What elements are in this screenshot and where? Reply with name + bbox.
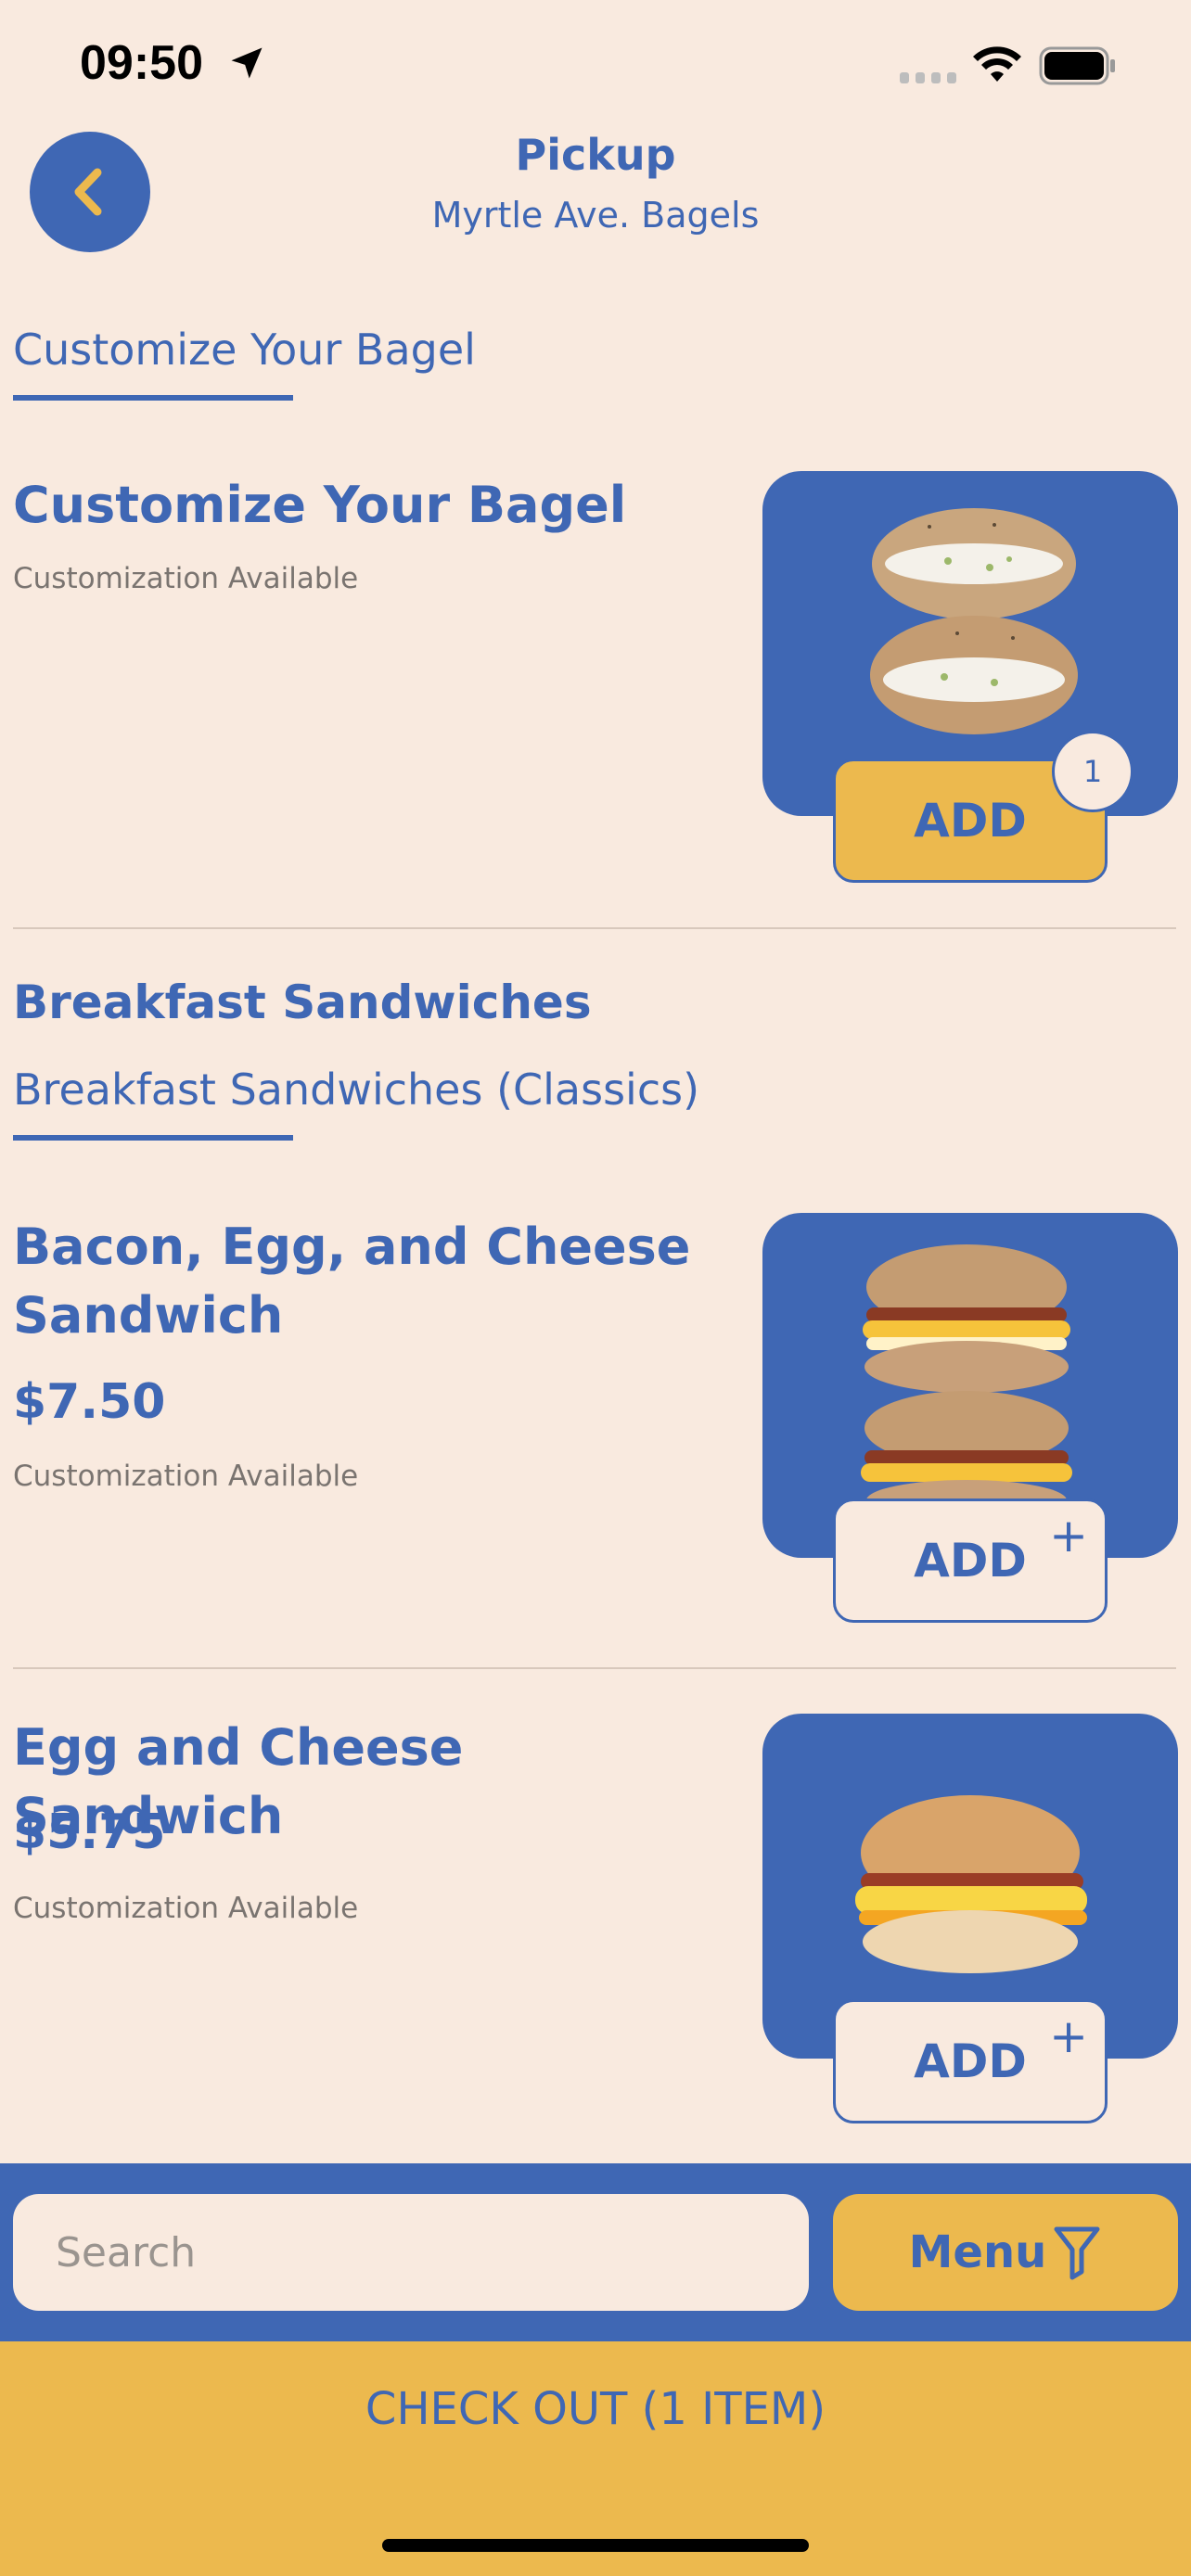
plus-icon: +	[1049, 2009, 1088, 2063]
item-price: $7.50	[13, 1374, 166, 1430]
section-title: Breakfast Sandwiches	[13, 976, 592, 1029]
tab-underline	[13, 395, 293, 401]
quantity-badge: 1	[1052, 731, 1133, 812]
item-name-bacon-egg-cheese[interactable]: Bacon, Egg, and Cheese Sandwich	[13, 1213, 718, 1350]
status-time: 09:50	[80, 36, 203, 90]
add-label: ADD	[914, 2034, 1027, 2088]
customization-note: Customization Available	[13, 562, 359, 595]
item-name-customize-bagel[interactable]: Customize Your Bagel	[13, 471, 718, 540]
filter-icon	[1054, 2226, 1100, 2280]
customization-note: Customization Available	[13, 1460, 359, 1493]
add-button-egg-cheese[interactable]: ADD +	[833, 1999, 1108, 2123]
add-label: ADD	[914, 1534, 1027, 1588]
wifi-icon	[973, 46, 1021, 82]
checkout-label: CHECK OUT (1 ITEM)	[365, 2383, 826, 2435]
tab-customize-your-bagel[interactable]: Customize Your Bagel	[13, 325, 476, 375]
add-label: ADD	[914, 794, 1027, 848]
tab-underline	[13, 1135, 293, 1141]
customization-note: Customization Available	[13, 1892, 359, 1925]
item-price: $5.75	[13, 1804, 166, 1860]
tab-breakfast-classics[interactable]: Breakfast Sandwiches (Classics)	[13, 1065, 699, 1115]
divider	[13, 1667, 1176, 1669]
plus-icon: +	[1049, 1509, 1088, 1562]
store-name: Myrtle Ave. Bagels	[431, 195, 760, 236]
location-arrow-icon	[231, 47, 263, 79]
divider	[13, 927, 1176, 929]
battery-icon	[1039, 46, 1115, 85]
menu-label: Menu	[908, 2226, 1047, 2278]
page-title: Pickup	[515, 130, 676, 180]
add-button-bacon-egg-cheese[interactable]: ADD +	[833, 1498, 1108, 1623]
search-input[interactable]	[13, 2194, 809, 2311]
home-indicator	[382, 2539, 809, 2552]
cellular-signal-icon	[900, 72, 956, 83]
menu-filter-button[interactable]: Menu	[833, 2194, 1178, 2311]
